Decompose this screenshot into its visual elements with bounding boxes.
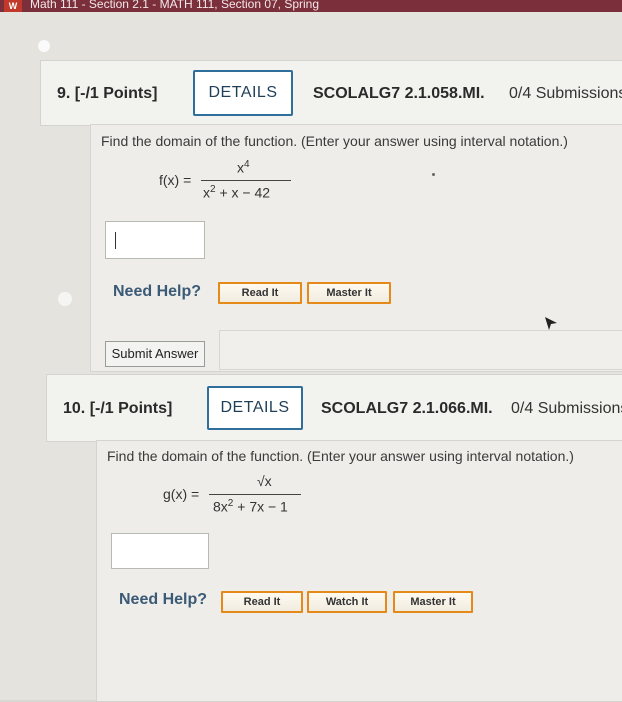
mouse-pointer-icon <box>545 317 557 330</box>
read-it-button[interactable]: Read It <box>218 282 302 304</box>
question-10-submissions: 0/4 Submissions <box>511 400 622 417</box>
master-it-button[interactable]: Master It <box>307 282 391 304</box>
fraction-denominator: 8x2 + 7x − 1 <box>213 498 288 515</box>
question-10-details-button[interactable]: DETAILS <box>207 386 303 430</box>
fraction-numerator: √x <box>257 473 272 489</box>
question-9-answer-input[interactable] <box>105 221 205 259</box>
fraction-denominator: x2 + x − 42 <box>203 184 271 201</box>
function-lhs: g(x) = <box>163 486 200 502</box>
read-it-button[interactable]: Read It <box>221 591 303 613</box>
text-cursor <box>115 232 116 249</box>
question-10-code: SCOLALG7 2.1.066.MI. <box>321 400 493 417</box>
need-help-label: Need Help? <box>113 283 202 300</box>
question-9-details-button[interactable]: DETAILS <box>193 70 293 116</box>
question-9-body: Find the domain of the function. (Enter … <box>90 124 622 372</box>
fraction-numerator: x4 <box>237 159 250 176</box>
question-10-body: Find the domain of the function. (Enter … <box>96 440 622 702</box>
fraction-bar <box>201 180 291 181</box>
question-10-header: 10. [-/1 Points] DETAILS SCOLALG7 2.1.06… <box>46 374 622 442</box>
feedback-area <box>219 330 622 370</box>
decorative-dot <box>432 173 435 176</box>
question-9-number: 9. [-/1 Points] <box>57 85 158 102</box>
need-help-label: Need Help? <box>119 591 208 608</box>
watch-it-button[interactable]: Watch It <box>307 591 387 613</box>
browser-tab-bar: W Math 111 - Section 2.1 - MATH 111, Sec… <box>0 0 622 12</box>
submit-answer-button[interactable]: Submit Answer <box>105 341 205 367</box>
question-9-code: SCOLALG7 2.1.058.MI. <box>313 85 485 102</box>
question-10-prompt: Find the domain of the function. (Enter … <box>107 448 574 464</box>
browser-tab-title[interactable]: Math 111 - Section 2.1 - MATH 111, Secti… <box>30 0 319 11</box>
question-10-number: 10. [-/1 Points] <box>63 400 173 417</box>
question-marker-icon <box>38 40 50 52</box>
function-lhs: f(x) = <box>159 172 192 188</box>
master-it-button[interactable]: Master It <box>393 591 473 613</box>
question-9-prompt: Find the domain of the function. (Enter … <box>101 133 568 149</box>
assignment-page: 9. [-/1 Points] DETAILS SCOLALG7 2.1.058… <box>0 12 622 702</box>
app-logo-icon: W <box>4 0 22 12</box>
question-10-answer-input[interactable] <box>111 533 209 569</box>
fraction-bar <box>209 494 301 495</box>
question-9-header: 9. [-/1 Points] DETAILS SCOLALG7 2.1.058… <box>40 60 622 126</box>
question-marker-icon <box>58 292 72 306</box>
question-9-submissions: 0/4 Submissions <box>509 85 622 102</box>
